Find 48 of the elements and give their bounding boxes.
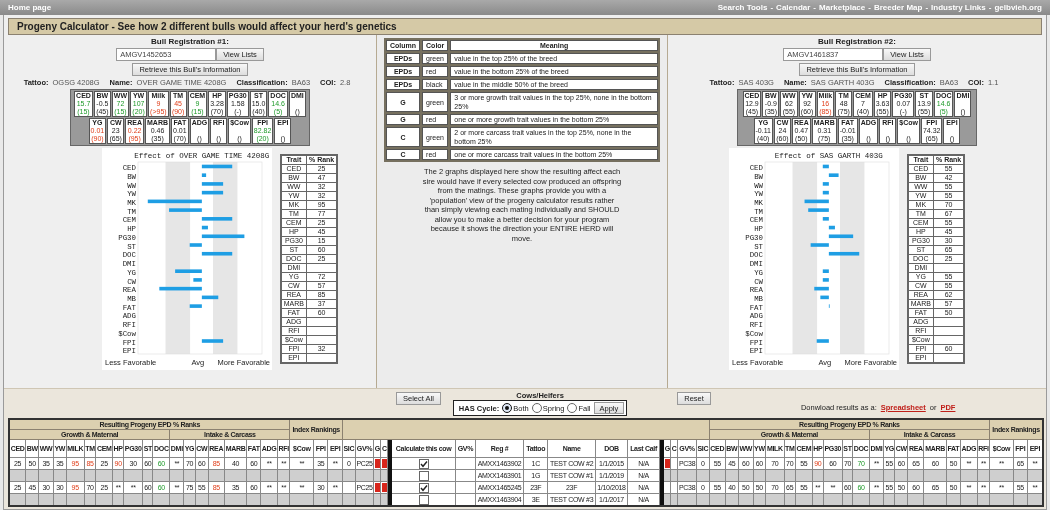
checkbox[interactable]: [418, 494, 429, 505]
effect-bar: [828, 234, 853, 239]
effect-bar: [193, 278, 202, 282]
link-separator: -: [925, 3, 929, 12]
effect-bar: [816, 339, 829, 343]
effect-bar: [201, 182, 223, 186]
link-separator: -: [988, 3, 992, 12]
radio-button[interactable]: [531, 403, 542, 413]
effect-bar: [201, 225, 208, 230]
link-separator: -: [813, 3, 816, 12]
effect-bar: [828, 251, 859, 256]
effect-bar: [168, 208, 202, 212]
checkbox[interactable]: [418, 482, 429, 493]
checkbox[interactable]: [418, 470, 429, 481]
effect-bar: [822, 269, 829, 273]
radio-button[interactable]: [567, 403, 578, 413]
effect-bar: [822, 164, 829, 169]
page-title: Progeny Calculator - See how 2 different bulls would affect your herd's genetics: [8, 18, 1042, 35]
effect-bar: [201, 234, 245, 239]
effect-bar: [201, 164, 232, 169]
radio-button[interactable]: [502, 403, 513, 413]
checkbox[interactable]: [418, 458, 429, 469]
effect-bar: [810, 243, 829, 247]
effect-bar: [159, 286, 202, 291]
registration-label: Bull Registration #2:: [818, 37, 896, 46]
effect-bar: [201, 173, 206, 177]
effect-bar: [201, 295, 218, 300]
effect-bar: [822, 182, 829, 186]
effect-bar: [828, 173, 839, 177]
effect-bar: [174, 269, 202, 273]
effect-bar: [201, 251, 232, 256]
effect-bar: [201, 190, 223, 195]
effect-bar: [822, 217, 829, 221]
effect-bar: [820, 295, 829, 300]
effect-bar: [189, 304, 202, 308]
link-separator: -: [868, 3, 871, 12]
effect-bar: [822, 278, 829, 282]
effect-bar: [147, 199, 202, 204]
effect-bar: [814, 286, 829, 291]
registration-label: Bull Registration #1:: [151, 37, 229, 46]
effect-bar: [828, 225, 835, 230]
effect-bar: [201, 339, 223, 343]
effect-bar: [804, 199, 829, 204]
effect-bar: [189, 243, 202, 247]
effect-bar: [822, 190, 829, 195]
effect-bar: [807, 208, 829, 212]
effect-bar: [201, 217, 232, 221]
link-separator: -: [770, 3, 774, 12]
